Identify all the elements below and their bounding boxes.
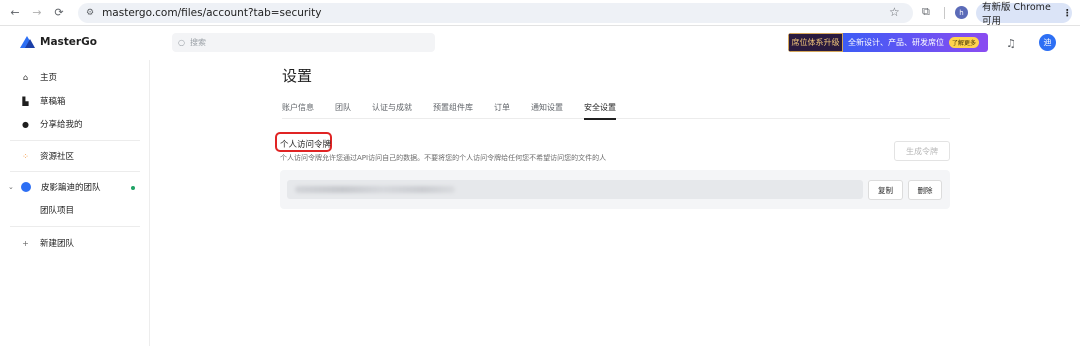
settings-tabs: 账户信息 团队 认证与成就 预置组件库 订单 通知设置 安全设置 <box>282 99 950 120</box>
promo-badge: 席位体系升级 <box>788 33 843 52</box>
online-status-dot <box>131 186 135 190</box>
tab-security[interactable]: 安全设置 <box>584 99 616 120</box>
grid-icon: ⁘ <box>22 151 29 161</box>
browser-toolbar: ← → ⟳ ⚙ mastergo.com/files/account?tab=s… <box>0 0 1080 27</box>
promo-cta[interactable]: 了解更多 <box>949 37 980 48</box>
sidebar-item-label: 皮影蹁迪的团队 <box>41 183 101 193</box>
sidebar-divider <box>10 140 140 141</box>
section-title: 个人访问令牌 <box>280 140 332 150</box>
tab-team[interactable]: 团队 <box>335 99 351 119</box>
browser-profile-avatar[interactable]: h <box>955 6 968 19</box>
mastergo-logo-icon <box>20 36 35 48</box>
extensions-icon[interactable]: ⧉ <box>922 5 930 19</box>
draft-icon: ▙ <box>22 96 29 106</box>
sidebar-item-team-projects[interactable]: 团队项目 <box>40 202 74 218</box>
sidebar-item-new-team[interactable]: + 新建团队 <box>21 235 74 251</box>
update-label: 有新版 Chrome 可用 <box>982 2 1051 27</box>
search-input[interactable]: ○ 搜索 <box>172 33 435 52</box>
chevron-down-icon[interactable]: ⌄ <box>8 183 14 191</box>
tab-certification[interactable]: 认证与成就 <box>372 99 412 119</box>
forward-icon[interactable]: → <box>28 4 46 22</box>
token-field[interactable] <box>287 180 863 199</box>
tab-notifications[interactable]: 通知设置 <box>531 99 563 119</box>
sidebar-item-shared[interactable]: ● 分享给我的 <box>21 116 83 132</box>
promo-text-area: 全新设计、产品、研发席位 了解更多 <box>843 33 988 52</box>
url-text: mastergo.com/files/account?tab=security <box>102 7 322 19</box>
search-placeholder: 搜索 <box>189 38 206 47</box>
tab-account[interactable]: 账户信息 <box>282 99 314 119</box>
sidebar-item-label: 团队项目 <box>40 206 75 216</box>
sidebar-item-label: 草稿箱 <box>40 97 66 107</box>
brand-name: MasterGo <box>40 36 97 48</box>
section-description: 个人访问令牌允许您通过API访问自己的数据。不要将您的个人访问令牌给任何您不希望… <box>280 154 607 162</box>
promo-banner[interactable]: 席位体系升级 全新设计、产品、研发席位 了解更多 <box>788 33 988 52</box>
sidebar-item-team[interactable]: 皮影蹁迪的团队 <box>21 179 101 195</box>
sidebar-item-home[interactable]: ⌂ 主页 <box>21 69 57 85</box>
sidebar-divider <box>10 171 140 172</box>
token-value-redacted <box>295 186 455 193</box>
chrome-update-button[interactable]: 有新版 Chrome 可用 ⋮ <box>976 2 1073 27</box>
plus-icon: + <box>22 238 29 248</box>
home-icon: ⌂ <box>22 72 29 82</box>
sidebar-item-drafts[interactable]: ▙ 草稿箱 <box>21 93 66 109</box>
token-row: 复制 删除 <box>280 170 950 209</box>
reload-icon[interactable]: ⟳ <box>50 4 68 22</box>
tab-orders[interactable]: 订单 <box>494 99 510 119</box>
sidebar-item-community[interactable]: ⁘ 资源社区 <box>21 148 74 164</box>
promo-text: 全新设计、产品、研发席位 <box>848 38 944 47</box>
page-title: 设置 <box>282 67 313 85</box>
user-icon: ● <box>22 119 29 129</box>
bookmark-star-icon[interactable]: ☆ <box>889 5 900 19</box>
delete-button[interactable]: 删除 <box>908 180 942 200</box>
more-menu-icon: ⋮ <box>1062 7 1073 19</box>
tab-preset-library[interactable]: 预置组件库 <box>433 99 473 119</box>
sidebar-item-label: 主页 <box>40 73 58 83</box>
sidebar-item-label: 分享给我的 <box>40 120 83 130</box>
app-header: MasterGo ○ 搜索 席位体系升级 全新设计、产品、研发席位 了解更多 ♫… <box>0 26 1080 60</box>
brand-logo[interactable]: MasterGo <box>20 36 97 48</box>
user-avatar[interactable]: 迪 <box>1039 34 1056 51</box>
notification-bell-icon[interactable]: ♫ <box>1006 37 1016 50</box>
sidebar-item-label: 新建团队 <box>40 239 75 249</box>
team-avatar <box>21 182 31 192</box>
site-info-icon[interactable]: ⚙ <box>86 8 94 18</box>
back-icon[interactable]: ← <box>6 4 24 22</box>
sidebar-item-label: 资源社区 <box>40 152 75 162</box>
toolbar-divider <box>944 7 945 19</box>
sidebar-divider <box>10 226 140 227</box>
search-icon: ○ <box>178 38 185 47</box>
address-bar[interactable]: ⚙ mastergo.com/files/account?tab=securit… <box>78 3 913 23</box>
sidebar: ⌂ 主页 ▙ 草稿箱 ● 分享给我的 ⁘ 资源社区 ⌄ 皮影蹁迪的团队 团队项目… <box>0 60 150 346</box>
generate-token-button[interactable]: 生成令牌 <box>894 141 950 161</box>
copy-button[interactable]: 复制 <box>868 180 903 200</box>
